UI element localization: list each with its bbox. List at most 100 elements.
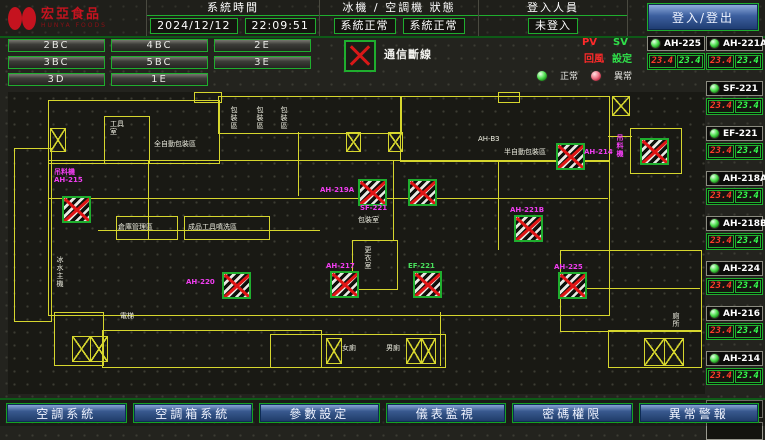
footer-button-2[interactable]: 空調箱系統 [133, 403, 254, 423]
unit-values: 23.423.4 [706, 368, 763, 385]
ahu-offline-icon[interactable] [558, 272, 587, 299]
unit-label: AH-225 [664, 39, 701, 49]
map-wall [14, 148, 52, 322]
unit-status-led [650, 38, 661, 49]
login-user-section: 登入人員 未登入 [479, 0, 628, 36]
unit-sv-value: 23.4 [735, 145, 761, 158]
bottom-menu: 空調系統空調箱系統參數設定儀表監視密碼權限異常警報 [0, 398, 765, 426]
ahu-offline-icon[interactable] [358, 179, 387, 206]
unit-status-led [709, 308, 720, 319]
unit-ah-225[interactable]: AH-225 23.423.4 [647, 36, 705, 70]
footer-button-5[interactable]: 密碼權限 [512, 403, 633, 423]
ahu-offline-icon[interactable] [556, 143, 585, 170]
floor-button-3d[interactable]: 3D [8, 73, 105, 86]
floor-button-2e[interactable]: 2E [214, 39, 311, 52]
footer-button-4[interactable]: 儀表監視 [386, 403, 507, 423]
room-label: 電梯 [120, 312, 134, 320]
unit-sv-value: 23.4 [735, 280, 761, 293]
ahu-label: AH-214 [584, 148, 613, 156]
pv-sv-legend: PV SV 回風 設定 正常 異常 [536, 37, 646, 82]
room-label: 全自動包裝區 [154, 140, 196, 148]
unit-sf-221[interactable]: SF-22123.423.4 [706, 81, 763, 115]
map-wall [498, 160, 499, 250]
footer-button-3[interactable]: 參數設定 [259, 403, 380, 423]
setpoint-label: 設定 [612, 50, 632, 65]
ahu-label: AH-220 [186, 278, 215, 286]
room-label: 半自動包裝區 [504, 148, 546, 156]
ahu-status-value: 系統正常 [403, 18, 465, 34]
unit-sv-value: 23.4 [677, 55, 704, 68]
ahu-offline-icon[interactable] [640, 138, 669, 165]
login-logout-button[interactable]: 登入/登出 [647, 3, 759, 31]
x-cell [327, 339, 341, 363]
unit-status-led [709, 38, 720, 49]
unit-status-led [709, 173, 720, 184]
room-label: 男廁 [386, 344, 400, 352]
brand-name-en: HUNYA FOODS [41, 23, 107, 29]
ahu-offline-icon[interactable] [62, 196, 91, 223]
abnormal-led-icon [590, 70, 602, 82]
ahu-offline-icon[interactable] [514, 215, 543, 242]
unit-status-led [709, 263, 720, 274]
unit-values: 23.423.4 [647, 53, 705, 70]
ahu-offline-icon[interactable] [222, 272, 251, 299]
brand-logo-icon [8, 7, 22, 30]
unit-sv-value: 23.4 [735, 235, 761, 248]
unit-ah-214[interactable]: AH-21423.423.4 [706, 351, 763, 385]
unit-label: AH-218A [723, 174, 765, 184]
map-wall [393, 160, 394, 240]
room-label: 工具 室 [110, 120, 124, 136]
floor-button-2bc[interactable]: 2BC [8, 39, 105, 52]
ahu-label: AH-221B [510, 206, 544, 214]
ahu-offline-icon[interactable] [330, 271, 359, 298]
unit-values: 23.423.4 [706, 53, 763, 70]
machine-status-section: 冰機 / 空調機 狀態 系統正常 系統正常 [320, 0, 479, 36]
unit-label: AH-216 [723, 309, 760, 319]
unit-name-row: AH-218B [706, 216, 763, 231]
x-cell [73, 337, 90, 361]
map-wall [48, 198, 608, 199]
ahu-offline-icon[interactable] [413, 271, 442, 298]
room-label: 倉庫管理區 [118, 223, 153, 231]
unit-pv-value: 23.4 [708, 370, 734, 383]
normal-led-icon [536, 70, 548, 82]
ahu-offline-icon[interactable] [408, 179, 437, 206]
footer-button-1[interactable]: 空調系統 [6, 403, 127, 423]
x-cell [389, 133, 402, 151]
brand-name-cn: 宏亞食品 [41, 8, 107, 21]
unit-values: 23.423.4 [706, 278, 763, 295]
unit-status-led [709, 83, 720, 94]
floor-button-3bc[interactable]: 3BC [8, 56, 105, 69]
fan-damper-icon [50, 128, 66, 152]
unit-column-right: AH-221A23.423.4 SF-22123.423.4 EF-22123.42… [706, 36, 763, 440]
unit-ah-224[interactable]: AH-22423.423.4 [706, 261, 763, 295]
login-user-title: 登入人員 [479, 0, 627, 16]
unit-pv-value: 23.4 [708, 100, 734, 113]
map-wall [440, 312, 441, 366]
room-label: 女廁 [342, 344, 356, 352]
fan-damper-icon [326, 338, 342, 364]
unit-ah-221a[interactable]: AH-221A23.423.4 [706, 36, 763, 70]
unit-pv-value: 23.4 [708, 145, 734, 158]
unit-ah-218b[interactable]: AH-218B 23.423.4 [706, 216, 763, 250]
floor-button-4bc[interactable]: 4BC [111, 39, 208, 52]
unit-name-row: AH-216 [706, 306, 763, 321]
footer-button-6[interactable]: 異常警報 [639, 403, 760, 423]
floor-button-5bc[interactable]: 5BC [111, 56, 208, 69]
ahu-label: 吊料機 AH-215 [54, 168, 83, 184]
floor-map: 工具 室全自動包裝區包裝區包裝區包裝區AH-B3半自動包裝區包裝室更衣室倉庫管理… [8, 92, 705, 394]
unit-label: AH-218B [723, 219, 765, 229]
unit-ah-216[interactable]: AH-21623.423.4 [706, 306, 763, 340]
map-wall [298, 132, 299, 196]
floor-button-1e[interactable]: 1E [111, 73, 208, 86]
unit-pv-value: 23.4 [708, 55, 734, 68]
unit-ef-221[interactable]: EF-22123.423.4 [706, 126, 763, 160]
unit-pv-value: 23.4 [708, 235, 734, 248]
abnormal-label: 異常 [614, 69, 632, 82]
floor-button-3e[interactable]: 3E [214, 56, 311, 69]
brand-logo-icon [22, 7, 36, 30]
ahu-label: EF-221 [408, 262, 435, 270]
unit-ah-218a[interactable]: AH-218A23.423.4 [706, 171, 763, 205]
room-label: 成品工具噴洗區 [188, 223, 237, 231]
x-cell [613, 97, 629, 115]
